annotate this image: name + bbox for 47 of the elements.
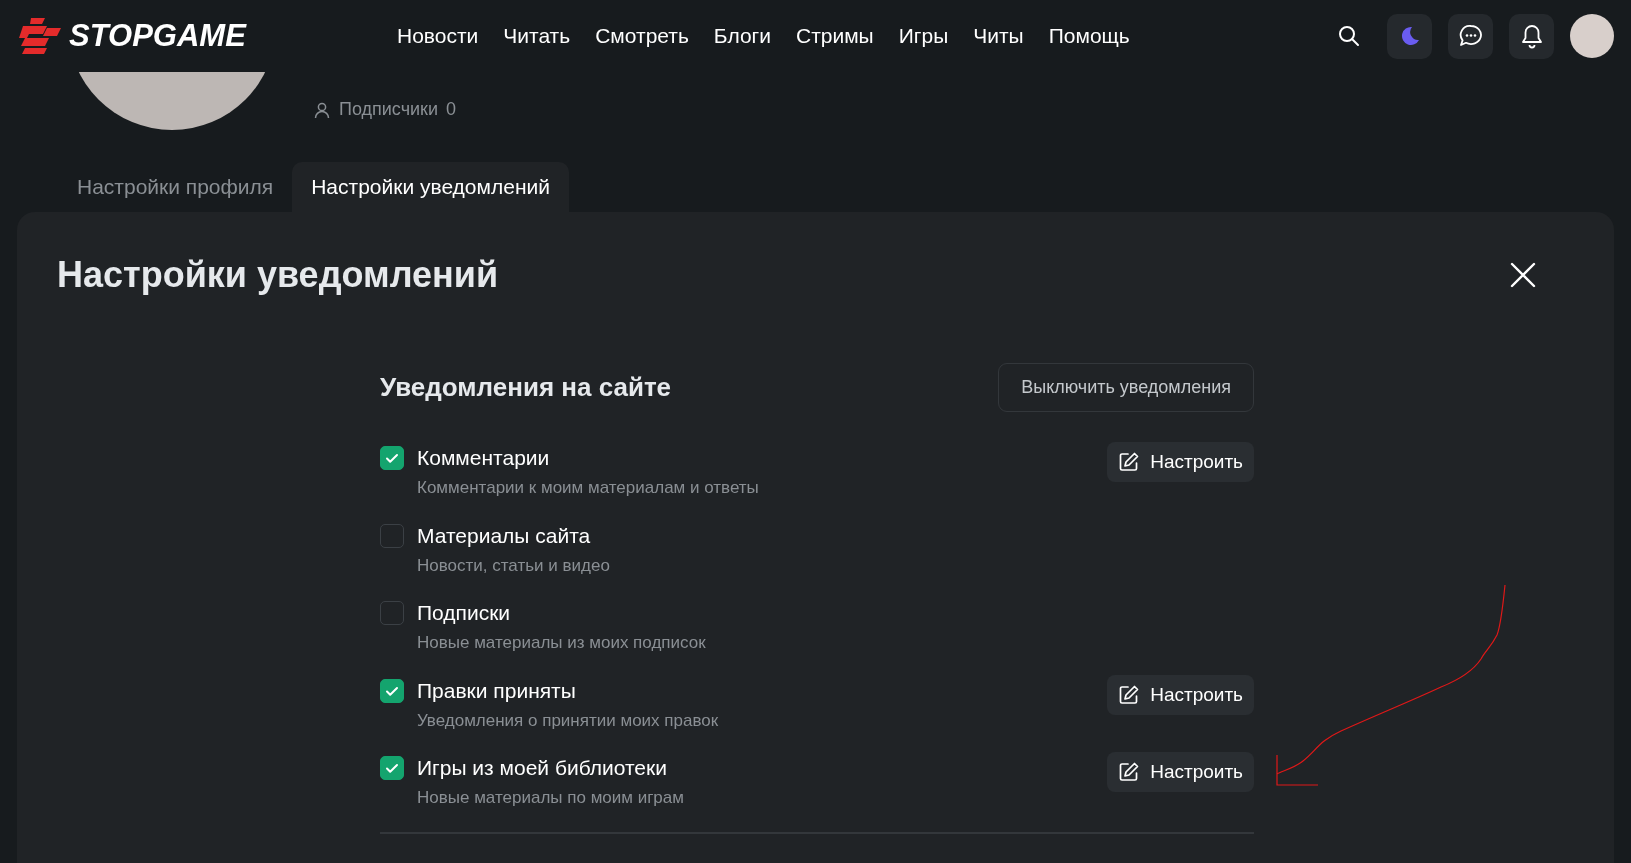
pencil-icon bbox=[1118, 761, 1141, 783]
notifications-button[interactable] bbox=[1509, 13, 1554, 59]
configure-button[interactable]: Настроить bbox=[1107, 752, 1254, 792]
nav-link[interactable]: Помощь bbox=[1048, 24, 1130, 48]
option-description: Новые материалы из моих подписок bbox=[417, 633, 707, 653]
nav-link[interactable]: Новости bbox=[397, 24, 479, 48]
option-title: Правки приняты bbox=[417, 677, 577, 704]
theme-toggle-button[interactable] bbox=[1387, 13, 1432, 59]
option-title: Материалы сайта bbox=[417, 522, 592, 549]
nav-link[interactable]: Блоги bbox=[713, 24, 771, 48]
nav-link[interactable]: Читы bbox=[973, 24, 1024, 48]
checkbox[interactable] bbox=[380, 756, 404, 780]
nav-link[interactable]: Игры bbox=[898, 24, 949, 48]
subscribers-count: 0 bbox=[446, 99, 457, 120]
option-title: Комментарии bbox=[417, 445, 551, 471]
bell-icon bbox=[1519, 23, 1544, 49]
checkbox[interactable] bbox=[380, 446, 404, 470]
chat-bubble-icon bbox=[1457, 23, 1484, 49]
option-description: Новости, статьи и видео bbox=[417, 555, 611, 576]
settings-tab[interactable]: Настройки уведомлений bbox=[292, 162, 569, 212]
checkbox[interactable] bbox=[380, 678, 404, 703]
nav-link[interactable]: Читать bbox=[503, 24, 571, 48]
avatar[interactable] bbox=[1570, 14, 1614, 58]
close-icon[interactable] bbox=[1510, 261, 1536, 288]
search-icon[interactable] bbox=[1337, 24, 1361, 48]
person-icon bbox=[313, 100, 331, 119]
section-title: Уведомления на сайте bbox=[380, 371, 672, 403]
pencil-icon bbox=[1118, 683, 1141, 706]
option-description: Новые материалы по моим играм bbox=[417, 788, 685, 808]
nav-link[interactable]: Стримы bbox=[795, 24, 874, 48]
disable-notifications-button[interactable]: Выключить уведомления bbox=[998, 362, 1254, 412]
checkbox[interactable] bbox=[380, 601, 404, 625]
panel-title: Настройки уведомлений bbox=[57, 253, 499, 296]
option-description: Комментарии к моим материалам и ответы bbox=[417, 478, 760, 498]
configure-button[interactable]: Настроить bbox=[1107, 442, 1254, 482]
configure-button[interactable]: Настроить bbox=[1107, 674, 1254, 715]
option-description: Уведомления о принятии моих правок bbox=[417, 710, 720, 731]
option-title: Подписки bbox=[417, 600, 512, 626]
settings-tab[interactable]: Настройки профиля bbox=[58, 162, 293, 212]
subscribers-label: Подписчики bbox=[339, 99, 439, 120]
pencil-icon bbox=[1118, 451, 1141, 473]
option-title: Игры из моей библиотеки bbox=[417, 755, 668, 781]
checkbox[interactable] bbox=[380, 523, 404, 548]
nav-link[interactable]: Смотреть bbox=[595, 24, 689, 48]
logo-mark-icon bbox=[17, 16, 63, 56]
logo-wordmark[interactable]: STOPGAME bbox=[69, 18, 246, 54]
messages-button[interactable] bbox=[1448, 13, 1493, 59]
